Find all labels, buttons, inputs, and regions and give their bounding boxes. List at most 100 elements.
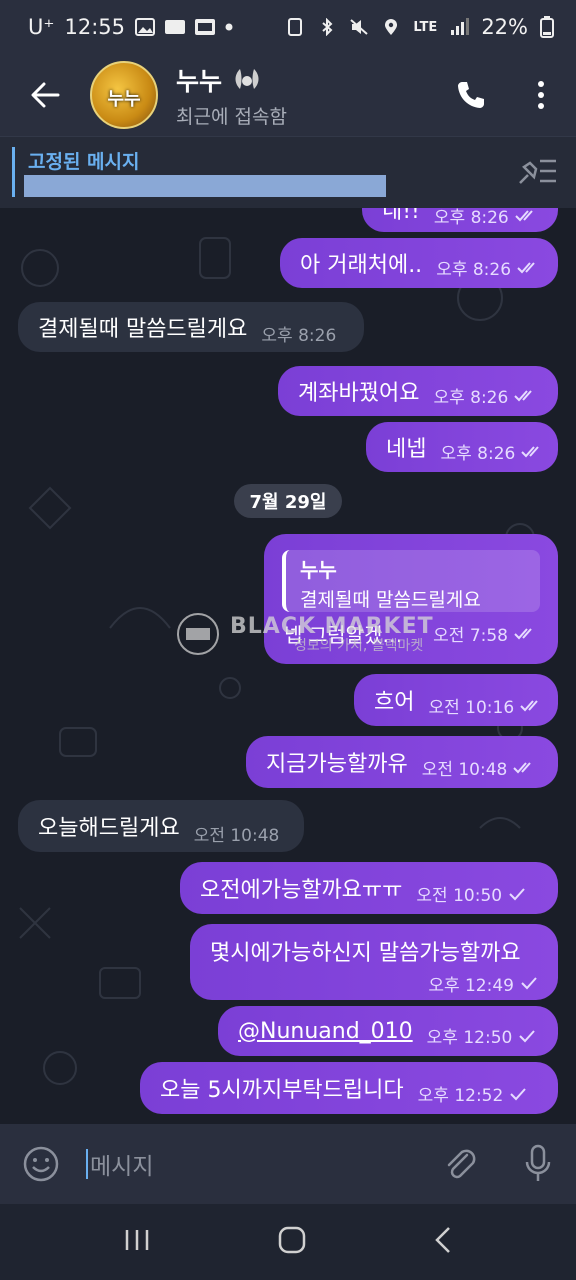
gallery-icon	[135, 18, 155, 36]
location-icon	[385, 19, 398, 35]
double-check-icon	[514, 627, 532, 639]
message-text: 계좌바꿨어요	[298, 381, 420, 406]
double-check-icon	[517, 261, 535, 273]
message-input-placeholder: 메시지	[90, 1154, 154, 1180]
double-check-icon	[513, 761, 532, 773]
webtoon-icon	[195, 19, 215, 35]
message-text: 아 거래처에..	[300, 253, 423, 278]
message-bubble-outgoing[interactable]: 몇시에가능하신지 말씀가능할까요 오후 12:49	[190, 924, 558, 1000]
pin-list-icon	[519, 159, 556, 184]
pinned-indicator	[12, 147, 15, 197]
message-bubble-outgoing[interactable]: 흐어 오전 10:16	[354, 674, 558, 726]
recents-icon	[125, 1230, 149, 1250]
chat-header: 누누 누누 최근에 접속함	[0, 54, 576, 136]
more-vertical-icon	[538, 81, 544, 109]
mention-link[interactable]: @Nunuand_010	[238, 1019, 413, 1044]
message-text: 오늘해드릴게요	[38, 816, 180, 841]
microphone-icon	[525, 1144, 551, 1181]
back-button[interactable]	[0, 54, 90, 136]
double-check-icon	[515, 209, 533, 221]
chat-name: 누누	[176, 66, 223, 96]
clock: 12:55	[64, 15, 125, 39]
system-back-button[interactable]	[433, 1225, 453, 1259]
battery-percent: 22%	[481, 15, 528, 39]
reply-quote[interactable]: 누누 결제될때 말씀드릴게요	[282, 550, 540, 612]
message-time: 오후 8:26	[433, 208, 509, 228]
home-icon	[278, 1226, 306, 1254]
message-bubble-outgoing[interactable]: 오전에가능할까요ㅠㅠ 오전 10:50	[180, 862, 558, 914]
status-bar: U⁺ 12:55 LTE 22%	[0, 0, 576, 54]
pinned-list-button[interactable]	[516, 155, 558, 191]
message-time: 오후 12:49	[428, 975, 514, 996]
message-bubble-outgoing[interactable]: 네넵 오후 8:26	[366, 422, 558, 472]
composer: 메시지	[0, 1124, 576, 1204]
message-time: 오전 10:50	[416, 886, 503, 906]
message-list[interactable]: 네!! 오후 8:26 아 거래처에.. 오후 8:26 결제될때 말씀드릴게요…	[0, 208, 576, 1124]
message-text: 몇시에가능하신지 말씀가능할까요	[210, 940, 521, 966]
battery-saver-icon	[288, 18, 303, 36]
emoji-button[interactable]	[0, 1145, 82, 1183]
app-notification-icon	[165, 20, 185, 34]
watermark-logo-icon	[177, 613, 219, 655]
paperclip-icon	[447, 1149, 476, 1179]
double-check-icon	[514, 389, 533, 401]
message-text: 네넵	[386, 437, 427, 462]
double-check-icon	[521, 445, 540, 457]
avatar-label: 누누	[107, 89, 141, 110]
message-text: 네!!	[382, 208, 420, 224]
avatar[interactable]: 누누	[90, 61, 158, 129]
message-bubble-incoming[interactable]: 결제될때 말씀드릴게요 오후 8:26	[18, 302, 364, 352]
check-icon	[521, 977, 537, 990]
pinned-redacted-content	[24, 175, 386, 197]
message-text: 흐어	[374, 690, 415, 715]
message-time: 오후 8:26	[436, 260, 512, 280]
arrow-left-icon	[31, 82, 60, 108]
message-time: 오후 8:26	[433, 388, 509, 408]
text-caret	[86, 1149, 88, 1179]
chevron-left-icon	[435, 1227, 450, 1253]
pinned-title: 고정된 메시지	[28, 151, 140, 173]
attach-button[interactable]	[420, 1145, 500, 1183]
phone-icon	[458, 82, 484, 108]
system-nav-bar	[0, 1204, 576, 1280]
message-bubble-outgoing[interactable]: 지금가능할까유 오전 10:48	[246, 736, 558, 788]
chat-title-block[interactable]: 누누 최근에 접속함	[176, 62, 436, 129]
reply-author: 누누	[300, 558, 337, 582]
message-bubble-outgoing[interactable]: 오늘 5시까지부탁드립니다 오후 12:52	[140, 1062, 558, 1114]
more-options-button[interactable]	[506, 54, 576, 136]
message-time: 오후 8:26	[261, 326, 337, 346]
message-bubble-incoming[interactable]: 오늘해드릴게요 오전 10:48	[18, 800, 304, 852]
signal-icon	[451, 18, 470, 35]
message-bubble-outgoing[interactable]: 계좌바꿨어요 오후 8:26	[278, 366, 558, 416]
message-time: 오전 10:48	[421, 760, 508, 780]
chat-status: 최근에 접속함	[176, 105, 287, 128]
message-time: 오전 7:58	[433, 626, 508, 646]
message-input[interactable]: 메시지	[82, 1144, 420, 1184]
message-time: 오전 10:48	[193, 826, 280, 846]
mute-icon	[350, 19, 369, 35]
message-bubble-outgoing[interactable]: @Nunuand_010 오후 12:50	[218, 1006, 558, 1056]
watermark-subtitle: 정보의 가치, 블랙마켓	[294, 637, 424, 654]
premium-emoji-icon	[235, 68, 259, 89]
more-notifications-dot-icon	[225, 23, 233, 31]
message-bubble-outgoing[interactable]: 아 거래처에.. 오후 8:26	[280, 238, 558, 288]
bluetooth-icon	[322, 18, 333, 36]
double-check-icon	[520, 699, 538, 711]
message-time: 오후 12:52	[417, 1086, 504, 1106]
carrier-label: U⁺	[28, 15, 55, 39]
message-text: 오전에가능할까요ㅠㅠ	[200, 878, 403, 903]
message-time: 오후 12:50	[426, 1028, 513, 1048]
message-bubble-outgoing[interactable]: 네!! 오후 8:26	[362, 208, 558, 232]
message-text: 지금가능할까유	[266, 752, 408, 777]
date-separator: 7월 29일	[234, 484, 342, 518]
pinned-message-bar[interactable]: 고정된 메시지	[0, 136, 576, 208]
home-button[interactable]	[277, 1225, 307, 1259]
recent-apps-button[interactable]	[123, 1226, 151, 1258]
reply-text: 결제될때 말씀드릴게요	[300, 589, 481, 611]
watermark: BLACK MARKET 정보의 가치, 블랙마켓	[176, 612, 434, 656]
emoji-icon	[23, 1146, 59, 1182]
voice-record-button[interactable]	[500, 1144, 576, 1184]
message-time: 오후 8:26	[440, 444, 516, 464]
check-icon	[509, 887, 525, 900]
call-button[interactable]	[436, 54, 506, 136]
